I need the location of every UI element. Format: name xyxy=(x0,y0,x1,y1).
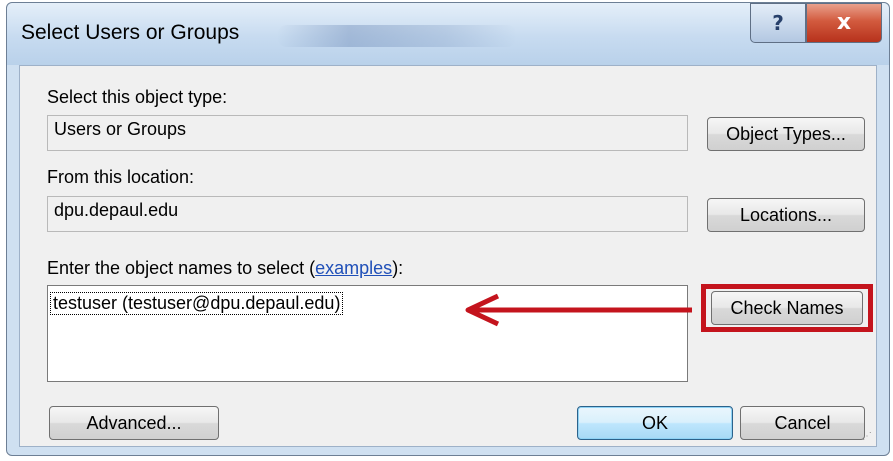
help-button[interactable]: ? xyxy=(750,3,806,43)
object-names-label: Enter the object names to select (exampl… xyxy=(47,258,403,279)
close-button[interactable]: x xyxy=(806,3,882,43)
resize-grip-icon[interactable]: ⋰ xyxy=(862,431,872,442)
dialog-body: Select this object type: Users or Groups… xyxy=(19,65,877,447)
ok-button[interactable]: OK xyxy=(577,406,733,440)
background-window-blur xyxy=(277,25,517,47)
object-types-button[interactable]: Object Types... xyxy=(707,117,865,151)
object-type-label: Select this object type: xyxy=(47,87,228,107)
help-icon: ? xyxy=(772,11,784,35)
advanced-button[interactable]: Advanced... xyxy=(49,406,219,440)
locations-button[interactable]: Locations... xyxy=(707,198,865,232)
title-bar[interactable]: Select Users or Groups ? x xyxy=(7,3,889,65)
dialog-title: Select Users or Groups xyxy=(21,21,240,44)
red-arrow-annotation xyxy=(465,293,692,327)
resolved-name: testuser (testuser@dpu.depaul.edu) xyxy=(50,292,344,315)
close-icon: x xyxy=(836,10,852,35)
location-label: From this location: xyxy=(47,167,195,187)
object-names-label-suffix: ): xyxy=(392,258,404,278)
examples-link[interactable]: examples xyxy=(315,258,392,278)
check-names-button[interactable]: Check Names xyxy=(711,291,863,325)
select-users-dialog: Select Users or Groups ? x Select this o… xyxy=(6,2,890,456)
object-names-label-text: Enter the object names to select ( xyxy=(47,258,316,278)
object-type-field: Users or Groups xyxy=(47,115,688,151)
location-field: dpu.depaul.edu xyxy=(47,196,688,232)
cancel-button[interactable]: Cancel xyxy=(740,406,865,440)
